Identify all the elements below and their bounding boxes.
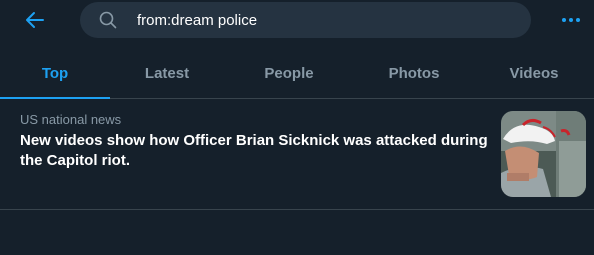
search-icon — [99, 11, 117, 29]
more-horizontal-icon — [562, 18, 580, 22]
tab-label: Videos — [509, 64, 559, 82]
search-input[interactable] — [137, 2, 507, 38]
tab-photos[interactable]: Photos — [354, 48, 474, 98]
tab-label: Top — [41, 64, 69, 82]
tab-label: People — [264, 64, 314, 82]
back-button[interactable] — [18, 4, 52, 36]
news-item[interactable]: US national news New videos show how Off… — [0, 99, 594, 210]
news-thumbnail-image — [501, 111, 586, 197]
tab-people[interactable]: People — [224, 48, 354, 98]
tab-top[interactable]: Top — [0, 48, 110, 99]
news-headline: New videos show how Officer Brian Sickni… — [20, 132, 488, 169]
news-thumbnail — [501, 111, 586, 197]
tab-label: Latest — [144, 64, 190, 82]
top-bar — [0, 0, 594, 40]
tab-videos[interactable]: Videos — [474, 48, 594, 98]
search-tabs: Top Latest People Photos Videos — [0, 48, 594, 99]
arrow-left-icon — [26, 12, 44, 28]
search-results-page: Top Latest People Photos Videos US natio… — [0, 0, 594, 255]
tab-latest[interactable]: Latest — [110, 48, 224, 98]
tab-label: Photos — [388, 64, 440, 82]
more-options-button[interactable] — [558, 8, 584, 32]
search-box[interactable] — [80, 2, 531, 38]
news-category: US national news — [20, 112, 122, 127]
